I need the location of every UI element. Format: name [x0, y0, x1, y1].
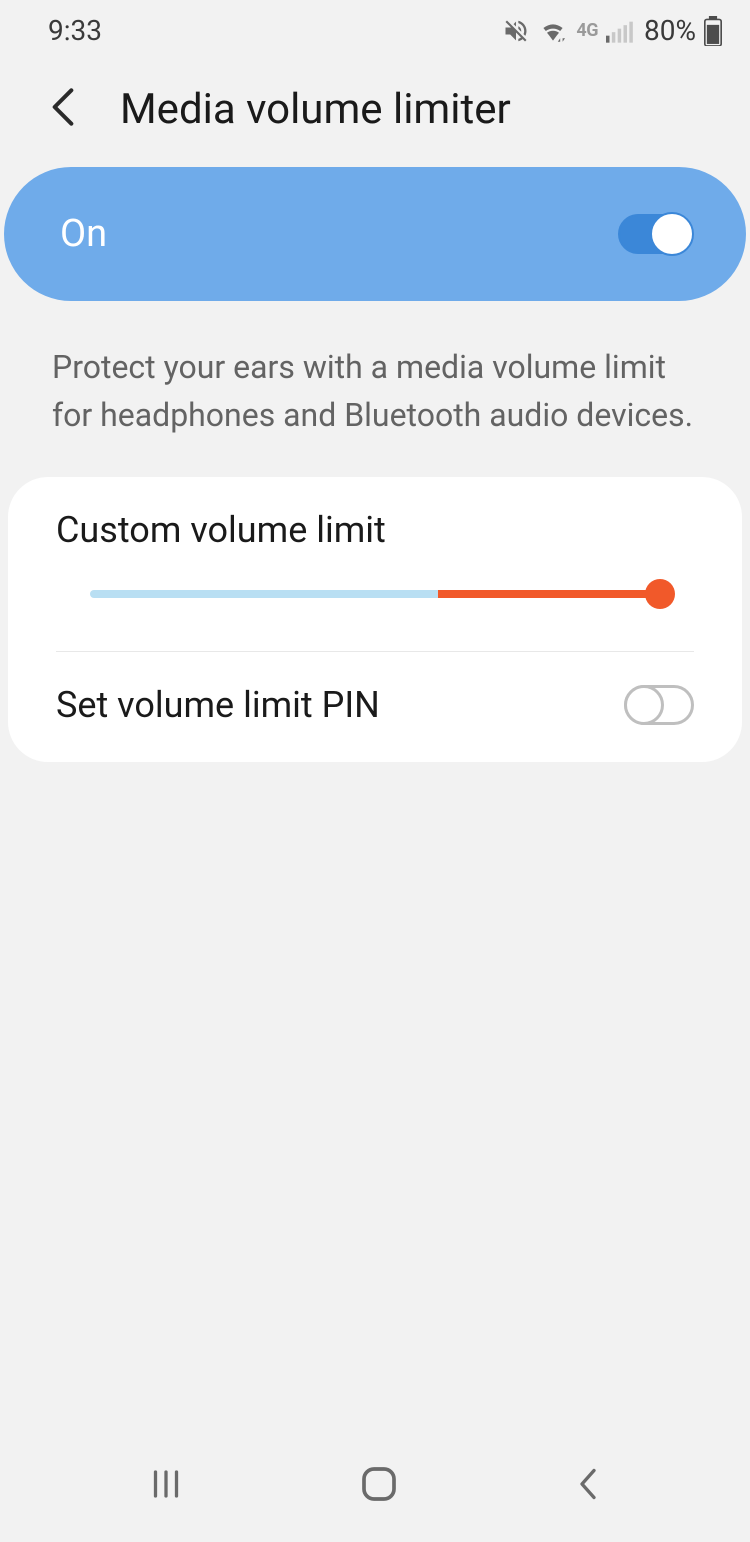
status-icons: 4G 80%	[502, 14, 722, 47]
master-toggle-switch[interactable]	[618, 214, 690, 254]
header: Media volume limiter	[0, 55, 750, 167]
recents-button[interactable]	[148, 1466, 184, 1506]
battery-percent: 80%	[644, 14, 696, 47]
slider-thumb[interactable]	[645, 579, 675, 609]
home-icon	[359, 1464, 399, 1504]
set-pin-row[interactable]: Set volume limit PIN	[8, 652, 742, 762]
master-toggle-row[interactable]: On	[4, 167, 746, 301]
nav-back-button[interactable]	[574, 1466, 602, 1506]
network-type-label: 4G	[576, 20, 598, 41]
system-nav-bar	[0, 1442, 750, 1542]
wifi-icon	[538, 19, 568, 43]
signal-icon	[606, 19, 634, 43]
battery-icon	[704, 16, 722, 46]
feature-description: Protect your ears with a media volume li…	[0, 301, 750, 477]
chevron-left-icon	[50, 87, 76, 127]
back-button[interactable]	[44, 81, 82, 137]
chevron-left-icon	[574, 1466, 602, 1502]
volume-limit-slider[interactable]	[90, 577, 660, 611]
recents-icon	[148, 1466, 184, 1502]
home-button[interactable]	[359, 1464, 399, 1508]
custom-volume-title: Custom volume limit	[56, 509, 694, 551]
custom-volume-section: Custom volume limit	[8, 477, 742, 651]
mute-icon	[502, 17, 530, 45]
set-pin-label: Set volume limit PIN	[56, 684, 380, 726]
settings-card: Custom volume limit Set volume limit PIN	[8, 477, 742, 762]
master-toggle-label: On	[60, 212, 107, 256]
set-pin-switch[interactable]	[624, 685, 694, 725]
page-title: Media volume limiter	[120, 85, 511, 134]
status-bar: 9:33 4G 80%	[0, 0, 750, 55]
status-time: 9:33	[48, 14, 102, 47]
